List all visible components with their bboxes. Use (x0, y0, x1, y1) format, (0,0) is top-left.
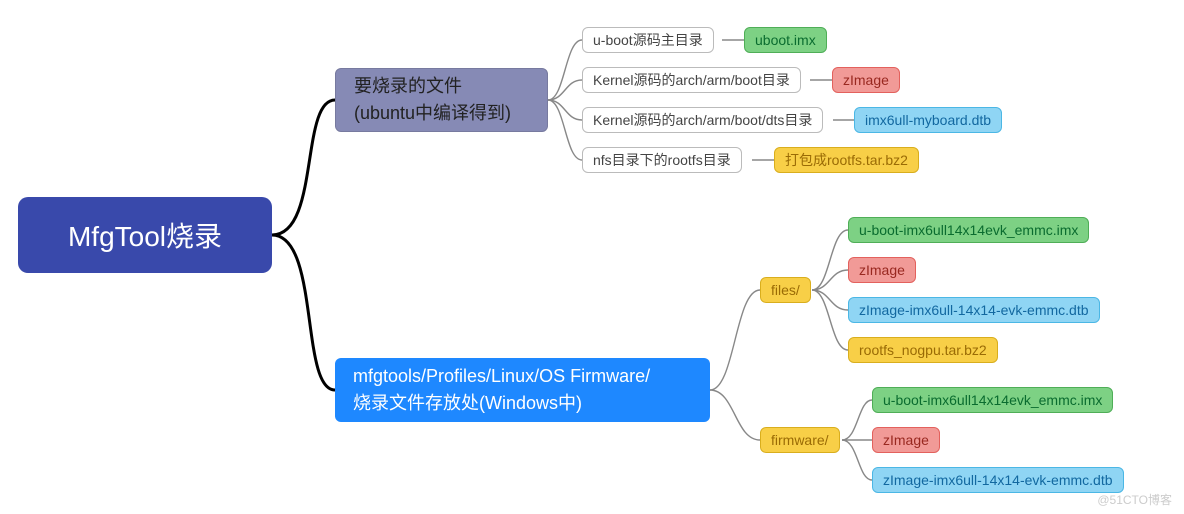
src-kernel-boot[interactable]: Kernel源码的arch/arm/boot目录 (582, 67, 801, 93)
src-uboot-dir[interactable]: u-boot源码主目录 (582, 27, 714, 53)
firmware-uboot[interactable]: u-boot-imx6ull14x14evk_emmc.imx (872, 387, 1113, 413)
out-zimage[interactable]: zImage (832, 67, 900, 93)
firmware-dtb[interactable]: zImage-imx6ull-14x14-evk-emmc.dtb (872, 467, 1124, 493)
out-rootfs[interactable]: 打包成rootfs.tar.bz2 (774, 147, 919, 173)
files-dtb[interactable]: zImage-imx6ull-14x14-evk-emmc.dtb (848, 297, 1100, 323)
dir-files[interactable]: files/ (760, 277, 811, 303)
root-node[interactable]: MfgTool烧录 (18, 197, 272, 273)
out-uboot[interactable]: uboot.imx (744, 27, 827, 53)
root-title: MfgTool烧录 (68, 215, 222, 255)
branch-mfgtools-path[interactable]: mfgtools/Profiles/Linux/OS Firmware/ 烧录文… (335, 358, 710, 422)
src-nfs-rootfs[interactable]: nfs目录下的rootfs目录 (582, 147, 742, 173)
branch2-line1: mfgtools/Profiles/Linux/OS Firmware/ (353, 363, 650, 390)
firmware-zimage[interactable]: zImage (872, 427, 940, 453)
out-dtb[interactable]: imx6ull-myboard.dtb (854, 107, 1002, 133)
branch-files-to-burn[interactable]: 要烧录的文件 (ubuntu中编译得到) (335, 68, 548, 132)
src-kernel-dts[interactable]: Kernel源码的arch/arm/boot/dts目录 (582, 107, 823, 133)
files-uboot[interactable]: u-boot-imx6ull14x14evk_emmc.imx (848, 217, 1089, 243)
branch1-line2: (ubuntu中编译得到) (354, 100, 511, 127)
files-zimage[interactable]: zImage (848, 257, 916, 283)
files-rootfs[interactable]: rootfs_nogpu.tar.bz2 (848, 337, 998, 363)
branch2-line2: 烧录文件存放处(Windows中) (353, 390, 582, 417)
branch1-line1: 要烧录的文件 (354, 73, 462, 100)
watermark: @51CTO博客 (1097, 491, 1172, 508)
dir-firmware[interactable]: firmware/ (760, 427, 840, 453)
